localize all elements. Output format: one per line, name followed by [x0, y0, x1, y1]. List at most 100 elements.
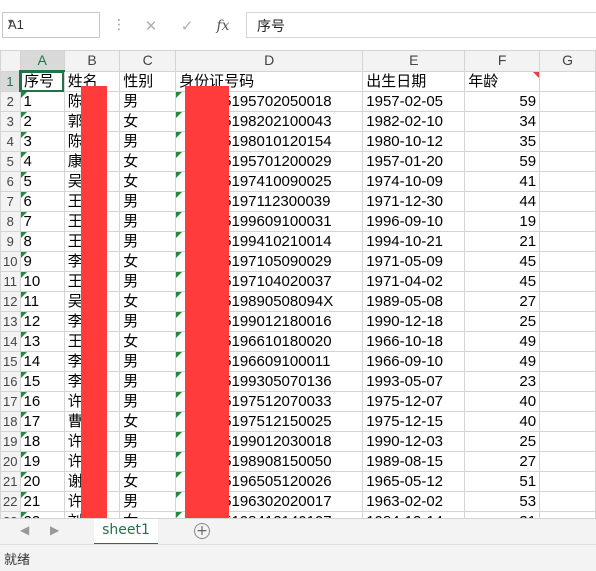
cell-seq[interactable]: 7 [19, 211, 65, 232]
column-header-g[interactable]: G [539, 50, 596, 72]
formula-input[interactable]: 序号 [246, 12, 596, 38]
row-header[interactable]: 1 [0, 70, 22, 92]
cell-seq[interactable]: 15 [19, 371, 65, 392]
cell-birth[interactable]: 1971-04-02 [362, 271, 466, 292]
cell-age[interactable]: 19 [464, 211, 541, 232]
cell-age[interactable]: 34 [464, 111, 541, 132]
cell-age[interactable]: 45 [464, 271, 541, 292]
cell-empty[interactable] [539, 351, 596, 372]
cell-birth[interactable]: 1990-12-18 [362, 311, 466, 332]
row-header[interactable]: 17 [0, 391, 21, 412]
cell-empty[interactable] [539, 111, 596, 132]
cancel-icon[interactable]: ✕ [138, 14, 164, 38]
cell-gender[interactable]: 女 [119, 171, 177, 192]
cell-empty[interactable] [539, 151, 596, 172]
cell-age[interactable]: 53 [464, 491, 541, 512]
row-header[interactable]: 2 [0, 91, 21, 112]
cell-seq[interactable]: 3 [19, 131, 65, 152]
cell-birth[interactable]: 1974-10-09 [362, 171, 466, 192]
cell-birth[interactable]: 1975-12-15 [362, 411, 466, 432]
cell-gender[interactable]: 男 [119, 271, 177, 292]
add-sheet-icon[interactable]: + [194, 523, 210, 539]
column-header-c[interactable]: C [119, 50, 177, 72]
cell-empty[interactable] [539, 491, 596, 512]
row-header[interactable]: 20 [0, 451, 21, 472]
row-header[interactable]: 4 [0, 131, 21, 152]
cell-seq-header[interactable]: 序号 [19, 70, 65, 92]
cell-gender[interactable]: 男 [119, 371, 177, 392]
cell-birth[interactable]: 1965-05-12 [362, 471, 466, 492]
row-header[interactable]: 5 [0, 151, 21, 172]
cell-birth[interactable]: 1966-10-18 [362, 331, 466, 352]
cell-age[interactable]: 27 [464, 291, 541, 312]
cell-gender[interactable]: 男 [119, 131, 177, 152]
cell-gender[interactable]: 男 [119, 231, 177, 252]
cell-gender[interactable]: 女 [119, 251, 177, 272]
cell-gender[interactable]: 男 [119, 431, 177, 452]
cell-birth[interactable]: 1989-05-08 [362, 291, 466, 312]
cell-birth-header[interactable]: 出生日期 [362, 70, 466, 92]
cell-birth[interactable]: 1993-05-07 [362, 371, 466, 392]
cell-empty[interactable] [539, 391, 596, 412]
spreadsheet-grid[interactable]: A B C D E F G 1 序号 姓名 性别 身份证号码 出生日期 年龄 2… [0, 50, 596, 518]
cell-empty[interactable] [539, 311, 596, 332]
cell-gender[interactable]: 男 [119, 91, 177, 112]
cell-empty[interactable] [539, 231, 596, 252]
cell-seq[interactable]: 18 [19, 431, 65, 452]
cell-birth[interactable]: 1971-05-09 [362, 251, 466, 272]
chevron-right-icon[interactable]: ▶ [50, 523, 59, 537]
cell-gender[interactable]: 女 [119, 331, 177, 352]
cell-seq[interactable]: 13 [19, 331, 65, 352]
cell-seq[interactable]: 9 [19, 251, 65, 272]
column-header-d[interactable]: D [175, 50, 364, 72]
cell-empty[interactable] [539, 70, 596, 92]
cell-empty[interactable] [539, 171, 596, 192]
cell-empty[interactable] [539, 211, 596, 232]
row-header[interactable]: 18 [0, 411, 21, 432]
cell-birth[interactable]: 1975-12-07 [362, 391, 466, 412]
cell-age[interactable]: 40 [464, 411, 541, 432]
cell-age[interactable]: 40 [464, 391, 541, 412]
cell-gender[interactable]: 女 [119, 471, 177, 492]
cell-age[interactable]: 59 [464, 91, 541, 112]
cell-empty[interactable] [539, 331, 596, 352]
cell-empty[interactable] [539, 91, 596, 112]
cell-age[interactable]: 59 [464, 151, 541, 172]
cell-age[interactable]: 23 [464, 371, 541, 392]
row-header[interactable]: 15 [0, 351, 21, 372]
cell-gender[interactable]: 男 [119, 191, 177, 212]
cell-birth[interactable]: 1990-12-03 [362, 431, 466, 452]
cell-seq[interactable]: 4 [19, 151, 65, 172]
enter-icon[interactable]: ✓ [174, 14, 200, 38]
cell-seq[interactable]: 12 [19, 311, 65, 332]
cell-age[interactable]: 49 [464, 351, 541, 372]
cell-age[interactable]: 45 [464, 251, 541, 272]
cell-birth[interactable]: 1989-08-15 [362, 451, 466, 472]
cell-gender[interactable]: 男 [119, 391, 177, 412]
cell-gender[interactable]: 男 [119, 491, 177, 512]
cell-empty[interactable] [539, 291, 596, 312]
cell-seq[interactable]: 10 [19, 271, 65, 292]
sheet-tab[interactable]: sheet1 [94, 519, 158, 545]
cell-empty[interactable] [539, 471, 596, 492]
cell-birth[interactable]: 1994-10-21 [362, 231, 466, 252]
row-header[interactable]: 8 [0, 211, 21, 232]
cell-seq[interactable]: 5 [19, 171, 65, 192]
cell-seq[interactable]: 19 [19, 451, 65, 472]
cell-empty[interactable] [539, 251, 596, 272]
row-header[interactable]: 9 [0, 231, 21, 252]
name-box[interactable]: A1 ▾ [2, 12, 100, 38]
cell-gender[interactable]: 男 [119, 311, 177, 332]
row-header[interactable]: 6 [0, 171, 21, 192]
row-header[interactable]: 7 [0, 191, 21, 212]
cell-seq[interactable]: 21 [19, 491, 65, 512]
cell-empty[interactable] [539, 271, 596, 292]
cell-empty[interactable] [539, 451, 596, 472]
chevron-left-icon[interactable]: ◀ [20, 523, 29, 537]
cell-seq[interactable]: 2 [19, 111, 65, 132]
row-header[interactable]: 11 [0, 271, 21, 292]
cell-gender-header[interactable]: 性别 [119, 70, 177, 92]
cell-seq[interactable]: 16 [19, 391, 65, 412]
cell-birth[interactable]: 1957-01-20 [362, 151, 466, 172]
cell-gender[interactable]: 男 [119, 451, 177, 472]
